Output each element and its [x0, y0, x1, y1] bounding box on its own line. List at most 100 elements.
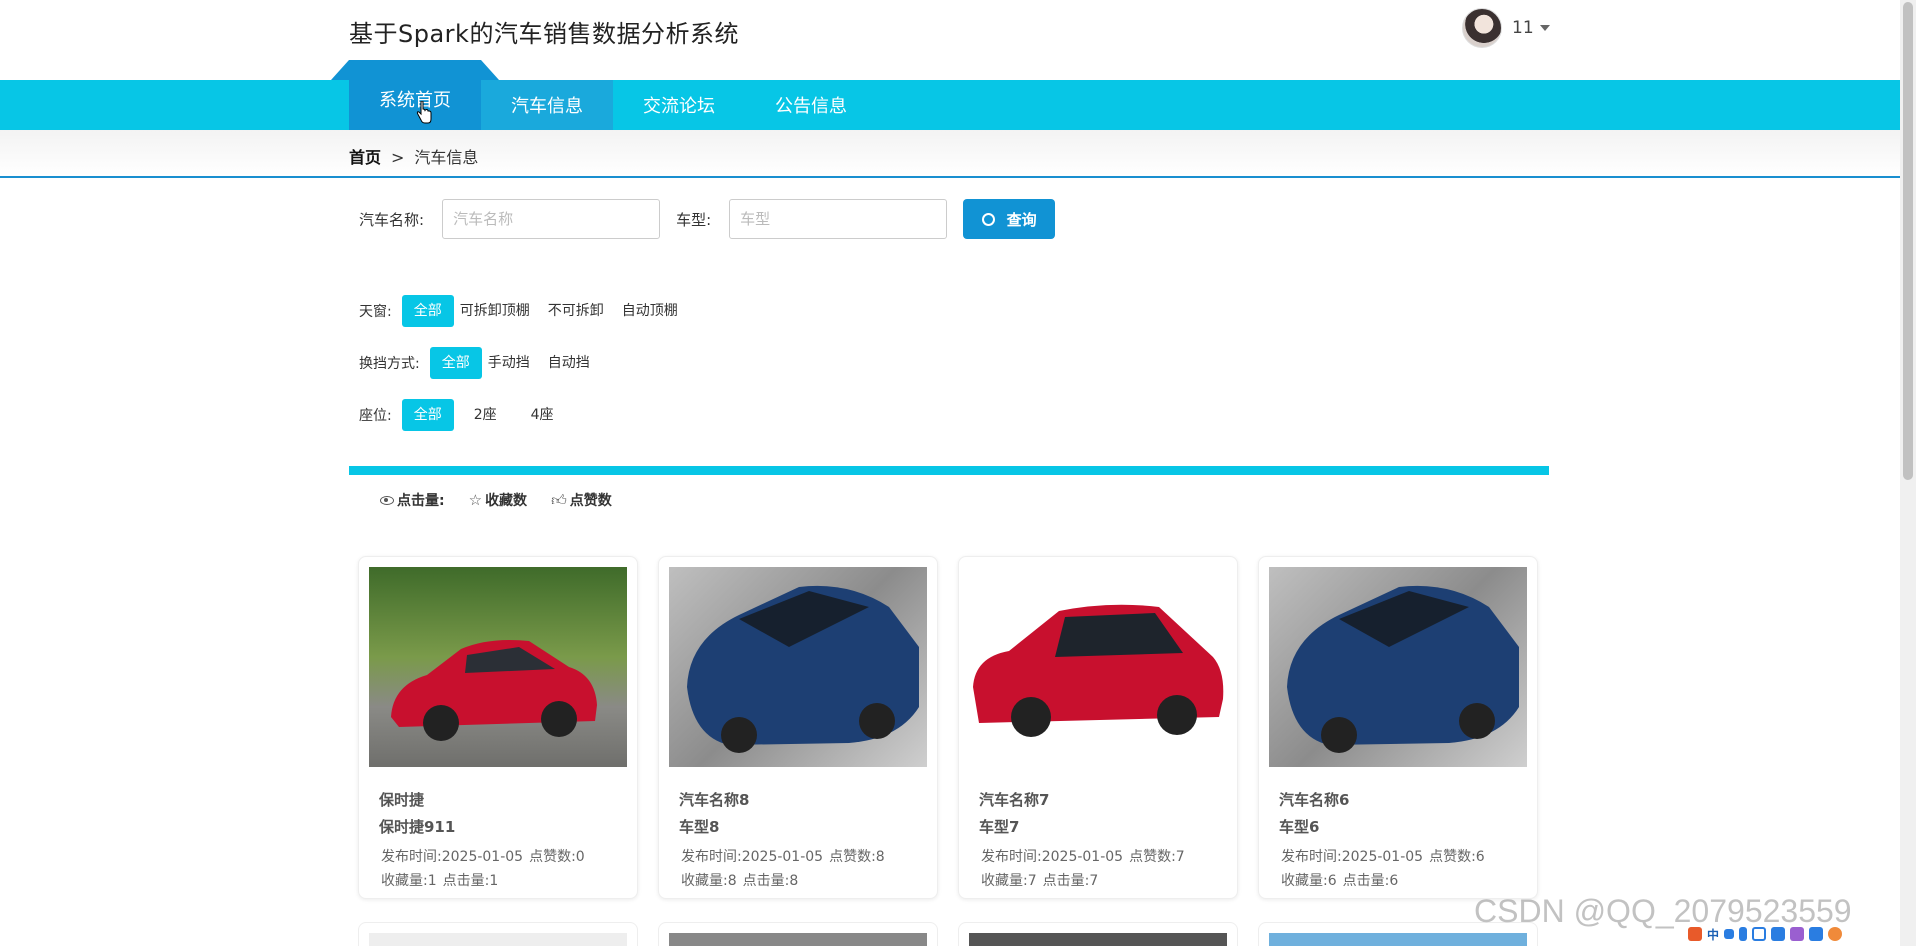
sort-likes[interactable]: 👍︎ 点赞数	[551, 490, 612, 510]
site-title: 基于Spark的汽车销售数据分析系统	[349, 20, 739, 48]
chevron-down-icon[interactable]	[1539, 25, 1550, 31]
ime-toolbar: 中	[1684, 924, 1847, 944]
filter-sunroof-label: 天窗:	[359, 304, 392, 320]
filter-sunroof-all[interactable]: 全部	[401, 295, 454, 327]
car-card[interactable]	[958, 922, 1238, 946]
sort-favorites-label[interactable]: 收藏数	[485, 490, 527, 510]
nav-forum[interactable]: 交流论坛	[613, 80, 745, 130]
filter-gear-auto[interactable]: 自动挡	[542, 347, 596, 379]
nav-notice-label[interactable]: 公告信息	[775, 92, 847, 118]
page-scrollbar[interactable]	[1900, 0, 1916, 946]
filter-sunroof-removable[interactable]: 可拆卸顶棚	[454, 295, 536, 327]
publish-time: 发布时间:2025-01-05	[381, 849, 524, 865]
car-name: 汽车名称8	[679, 791, 750, 809]
filter-sunroof: 天窗: 全部 可拆卸顶棚 不可拆卸 自动顶棚	[359, 295, 684, 327]
star-icon: ☆	[468, 491, 483, 509]
filter-seats-label: 座位:	[359, 408, 392, 424]
sort-favorites[interactable]: ☆ 收藏数	[469, 490, 527, 510]
section-divider	[349, 466, 1549, 475]
sogou-icon[interactable]	[1688, 927, 1702, 941]
favorite-count: 收藏量:6	[1281, 873, 1337, 889]
user-menu[interactable]: 11	[1462, 8, 1550, 48]
nav-home-label[interactable]: 系统首页	[379, 86, 451, 112]
like-count: 点赞数:8	[829, 849, 885, 865]
car-type-input[interactable]	[729, 199, 948, 239]
tools-icon[interactable]	[1809, 927, 1824, 941]
sort-likes-label[interactable]: 点赞数	[570, 490, 612, 510]
car-name: 保时捷	[379, 791, 425, 809]
hand-cursor-icon	[416, 101, 432, 124]
filter-sunroof-fixed[interactable]: 不可拆卸	[542, 295, 610, 327]
car-meta: 发布时间:2025-01-05 点赞数:0 收藏量:1 点击量:1	[369, 845, 627, 893]
filter-seats-4[interactable]: 4座	[523, 399, 560, 431]
car-name-input[interactable]	[442, 199, 661, 239]
search-button[interactable]: 查询	[963, 199, 1056, 239]
click-count: 点击量:7	[1042, 873, 1099, 889]
car-type: 车型6	[1279, 818, 1320, 836]
car-card[interactable]	[358, 922, 638, 946]
breadcrumb-current: 汽车信息	[414, 148, 479, 167]
car-image[interactable]	[669, 567, 927, 767]
main-nav: 系统首页 汽车信息 交流论坛 公告信息	[0, 60, 1900, 130]
like-count: 点赞数:7	[1129, 849, 1185, 865]
nav-car-info-label[interactable]: 汽车信息	[511, 92, 583, 118]
car-card[interactable]: 保时捷 保时捷911 发布时间:2025-01-05 点赞数:0 收藏量:1 点击量…	[358, 556, 638, 899]
click-count: 点击量:1	[442, 873, 499, 889]
page: 基于Spark的汽车销售数据分析系统 11 系统首页 汽车信息 交流论坛 公告信…	[0, 0, 1916, 946]
punctuation-icon[interactable]	[1724, 929, 1735, 939]
grid-icon[interactable]	[1771, 927, 1786, 941]
car-name: 汽车名称6	[1279, 791, 1350, 809]
car-card[interactable]: 汽车名称7 车型7 发布时间:2025-01-05 点赞数:7 收藏量:7 点击量:…	[958, 556, 1238, 899]
car-card[interactable]	[658, 922, 938, 946]
click-count: 点击量:6	[1342, 873, 1399, 889]
car-card[interactable]: 汽车名称8 车型8 发布时间:2025-01-05 点赞数:8 收藏量:8 点击量:…	[658, 556, 938, 899]
scrollbar-thumb[interactable]	[1903, 2, 1913, 480]
filter-gear-manual[interactable]: 手动挡	[482, 347, 536, 379]
click-count: 点击量:8	[742, 873, 799, 889]
filter-seats: 座位: 全部 2座 4座	[359, 399, 560, 431]
filter-seats-2[interactable]: 2座	[466, 399, 503, 431]
eye-icon	[380, 495, 394, 505]
car-image[interactable]	[369, 567, 627, 767]
user-name[interactable]: 11	[1512, 18, 1534, 38]
favorite-count: 收藏量:8	[681, 873, 737, 889]
sort-clicks-label[interactable]: 点击量:	[397, 490, 445, 510]
sort-clicks[interactable]: 点击量:	[380, 490, 445, 510]
breadcrumb-bar: 首页 > 汽车信息	[0, 130, 1900, 178]
favorite-count: 收藏量:1	[381, 873, 437, 889]
filter-gear: 换挡方式: 全部 手动挡 自动挡	[359, 347, 596, 379]
ime-mode[interactable]: 中	[1707, 926, 1719, 943]
emoji-icon[interactable]	[1828, 927, 1843, 941]
breadcrumb-home[interactable]: 首页	[349, 148, 381, 167]
nav-forum-label[interactable]: 交流论坛	[643, 92, 715, 118]
filter-seats-all[interactable]: 全部	[401, 399, 454, 431]
like-count: 点赞数:0	[529, 849, 585, 865]
car-image[interactable]	[1269, 567, 1527, 767]
car-name-label: 汽车名称:	[359, 210, 425, 229]
car-meta: 发布时间:2025-01-05 点赞数:8 收藏量:8 点击量:8	[669, 845, 927, 893]
car-meta: 发布时间:2025-01-05 点赞数:7 收藏量:7 点击量:7	[969, 845, 1227, 893]
car-illustration	[1287, 585, 1519, 753]
nav-notice[interactable]: 公告信息	[745, 80, 877, 130]
car-type-label: 车型:	[676, 210, 712, 229]
nav-car-info[interactable]: 汽车信息	[481, 80, 613, 130]
like-count: 点赞数:6	[1429, 849, 1485, 865]
search-button-label[interactable]: 查询	[1007, 209, 1037, 230]
search-icon	[981, 212, 995, 226]
microphone-icon[interactable]	[1739, 927, 1748, 941]
skin-icon[interactable]	[1790, 927, 1805, 941]
publish-time: 发布时间:2025-01-05	[981, 849, 1124, 865]
nav-home[interactable]: 系统首页	[331, 60, 499, 130]
car-image[interactable]	[969, 567, 1227, 767]
car-list: 保时捷 保时捷911 发布时间:2025-01-05 点赞数:0 收藏量:1 点击量…	[358, 556, 1538, 899]
car-list-next-row	[358, 922, 1538, 946]
keyboard-icon[interactable]	[1752, 927, 1767, 941]
car-card[interactable]: 汽车名称6 车型6 发布时间:2025-01-05 点赞数:6 收藏量:6 点击量:…	[1258, 556, 1538, 899]
car-type: 保时捷911	[379, 818, 456, 836]
avatar[interactable]	[1462, 8, 1502, 48]
filter-gear-all[interactable]: 全部	[429, 347, 482, 379]
car-type: 车型8	[679, 818, 720, 836]
filter-sunroof-auto[interactable]: 自动顶棚	[616, 295, 684, 327]
car-name: 汽车名称7	[979, 791, 1050, 809]
publish-time: 发布时间:2025-01-05	[1281, 849, 1424, 865]
